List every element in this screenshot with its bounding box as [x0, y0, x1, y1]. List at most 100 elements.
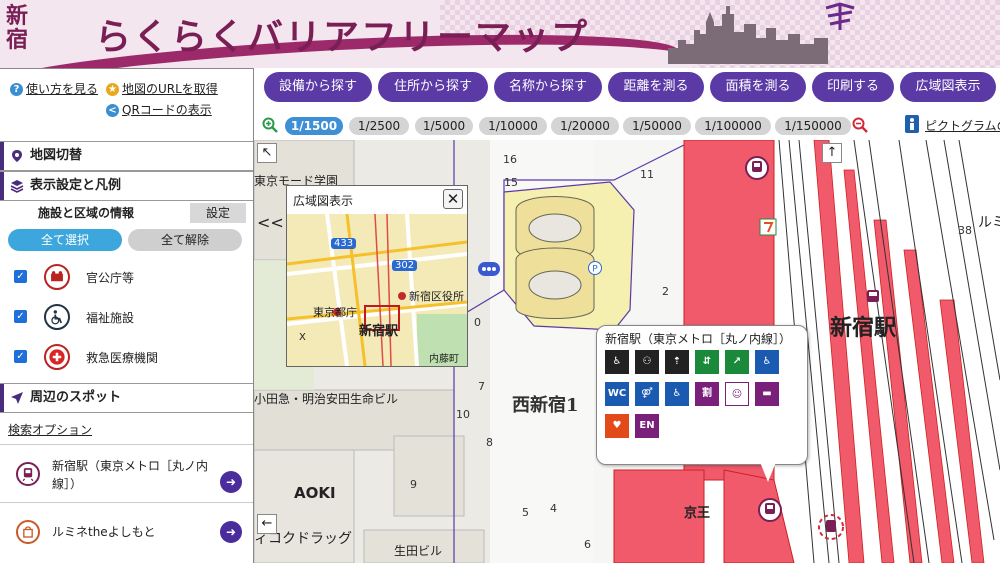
zoom-out-icon[interactable] — [852, 117, 868, 133]
layer-emergency[interactable]: ✓ 救急医療機関 — [14, 344, 244, 370]
stairs-icon[interactable]: ⇡ — [665, 350, 689, 374]
scale-1-50000[interactable]: 1/50000 — [623, 117, 691, 135]
overview-label-station: 新宿駅 — [359, 324, 399, 339]
pan-left-button[interactable]: ← — [257, 514, 277, 534]
overview-label-x: X — [299, 332, 306, 343]
pin-icon — [12, 150, 22, 162]
spot-label: ルミネtheよしもと — [52, 525, 156, 539]
site-title: らくらくバリアフリーマップ — [95, 16, 590, 58]
city-logo: 新宿 — [6, 3, 29, 53]
aed-icon[interactable]: ♥ — [605, 414, 629, 438]
search-by-facility-button[interactable]: 設備から探す — [264, 72, 372, 102]
overview-map-image[interactable]: 433 302 新宿区役所 東京都庁 新宿駅 X 内藤町 — [287, 214, 467, 366]
print-button[interactable]: 印刷する — [812, 72, 894, 102]
spot-item[interactable]: 新宿駅（東京メトロ［丸ノ内線］） ➜ — [0, 444, 253, 502]
layer-checkbox[interactable]: ✓ — [14, 270, 27, 283]
qr-link[interactable]: < QRコードの表示 — [106, 101, 212, 118]
nearby-label: 周辺のスポット — [30, 390, 122, 405]
tab-facility-info[interactable]: 施設と区域の情報 — [38, 203, 134, 223]
scale-1-20000[interactable]: 1/20000 — [551, 117, 619, 135]
elevator-icon[interactable]: ⇵ — [695, 350, 719, 374]
scale-1-1500[interactable]: 1/1500 — [285, 117, 343, 135]
map-switch-label: 地図切替 — [30, 148, 83, 163]
map-district-name: 西新宿1 — [512, 395, 579, 416]
search-by-name-button[interactable]: 名称から探す — [494, 72, 602, 102]
wheelchair-wc-icon[interactable]: ♿ — [755, 350, 779, 374]
map-number: 0 — [474, 316, 481, 329]
route-302-badge: 302 — [392, 260, 418, 271]
share-icon: < — [106, 104, 119, 117]
display-legend-header[interactable]: 表示設定と凡例 — [0, 171, 253, 201]
station-marker-icon[interactable] — [745, 156, 769, 180]
map-number: 9 — [410, 478, 417, 491]
spot-label: 新宿駅（東京メトロ［丸ノ内線］） — [52, 459, 209, 491]
section-accent — [0, 172, 4, 200]
tab-setting[interactable]: 設定 — [190, 203, 246, 223]
selected-location-marker-icon[interactable] — [816, 512, 846, 542]
measure-distance-button[interactable]: 距離を測る — [608, 72, 704, 102]
layers-icon — [10, 180, 24, 193]
map-station-name: 新宿駅 — [830, 316, 897, 341]
layer-government[interactable]: ✓ 官公庁等 — [14, 264, 244, 290]
help-icon: ? — [10, 83, 23, 96]
howto-link[interactable]: ? 使い方を見る — [10, 80, 98, 97]
layer-welfare[interactable]: ✓ 福祉施設 — [14, 304, 244, 330]
layer-checkbox[interactable]: ✓ — [14, 310, 27, 323]
map-number: 15 — [504, 176, 518, 189]
sidebar: ? 使い方を見る ★ 地図のURLを取得 < QRコードの表示 地図切替 表示設定と凡… — [0, 68, 254, 563]
measure-area-button[interactable]: 面積を測る — [710, 72, 806, 102]
app: { "banner":{"city":"新宿","title":"らくらくバリア… — [0, 0, 1000, 563]
map-number: 10 — [456, 408, 470, 421]
deselect-all-button[interactable]: 全て解除 — [128, 229, 242, 251]
layer-checkbox[interactable]: ✓ — [14, 350, 27, 363]
scale-1-5000[interactable]: 1/5000 — [415, 117, 473, 135]
restroom-icon[interactable]: ⚤ — [635, 382, 659, 406]
popup-pointer — [760, 462, 776, 482]
get-url-link[interactable]: ★ 地図のURLを取得 — [106, 80, 218, 97]
spot-item[interactable]: ルミネtheよしもと ➜ — [0, 502, 253, 560]
station-popup-title: 新宿駅（東京メトロ［丸ノ内線］） — [605, 332, 792, 346]
scale-1-2500[interactable]: 1/2500 — [349, 117, 409, 135]
map-number: 11 — [640, 168, 654, 181]
close-icon[interactable]: ✕ — [443, 189, 463, 209]
bench-icon[interactable]: ▬ — [755, 382, 779, 406]
wheelchair-icon[interactable]: ♿ — [605, 350, 629, 374]
map-number: 8 — [486, 436, 493, 449]
ostomate-wc-icon[interactable]: ♿ — [665, 382, 689, 406]
discount-icon[interactable]: 割 — [695, 382, 719, 406]
pan-up-button[interactable]: ↑ — [822, 143, 842, 163]
pictogram-link[interactable]: ピクトグラムの — [925, 117, 1000, 134]
scale-1-10000[interactable]: 1/10000 — [479, 117, 547, 135]
collapse-corner-button[interactable]: ↖ — [257, 143, 277, 163]
scale-1-150000[interactable]: 1/150000 — [775, 117, 851, 135]
escalator-icon[interactable]: ↗ — [725, 350, 749, 374]
map-number: 16 — [503, 153, 517, 166]
city-emblem-icon — [825, 2, 855, 30]
bus-stop-icon — [478, 262, 500, 276]
station-marker-icon[interactable] — [758, 498, 782, 522]
map-number: 4 — [550, 502, 557, 515]
zoom-in-icon[interactable] — [262, 117, 278, 133]
collapse-panel-button[interactable]: << — [257, 214, 284, 234]
multipurpose-wc-icon[interactable]: WC — [605, 382, 629, 406]
search-by-address-button[interactable]: 住所から探す — [378, 72, 488, 102]
baby-room-icon[interactable]: ☺ — [725, 382, 749, 406]
howto-label: 使い方を見る — [26, 82, 99, 96]
go-arrow-icon[interactable]: ➜ — [220, 471, 242, 493]
accessible-toilet-icon[interactable]: ⚇ — [635, 350, 659, 374]
map-switch-header[interactable]: 地図切替 — [0, 141, 253, 171]
overview-map-button[interactable]: 広域図表示 — [900, 72, 996, 102]
nearby-spots-header[interactable]: 周辺のスポット — [0, 383, 253, 413]
section-accent — [0, 142, 4, 170]
select-all-button[interactable]: 全て選択 — [8, 229, 122, 251]
parking-icon: P — [588, 261, 602, 275]
search-options-link[interactable]: 検索オプション — [8, 421, 92, 438]
map-number: 5 — [522, 506, 529, 519]
map-label-aoki: AOKI — [294, 484, 336, 502]
skyline-illustration — [668, 6, 828, 64]
legend-tabs: 施設と区域の情報 設定 — [0, 203, 253, 223]
english-guide-icon[interactable]: EN — [635, 414, 659, 438]
go-arrow-icon[interactable]: ➜ — [220, 521, 242, 543]
scale-1-100000[interactable]: 1/100000 — [695, 117, 771, 135]
section-accent — [0, 384, 4, 412]
